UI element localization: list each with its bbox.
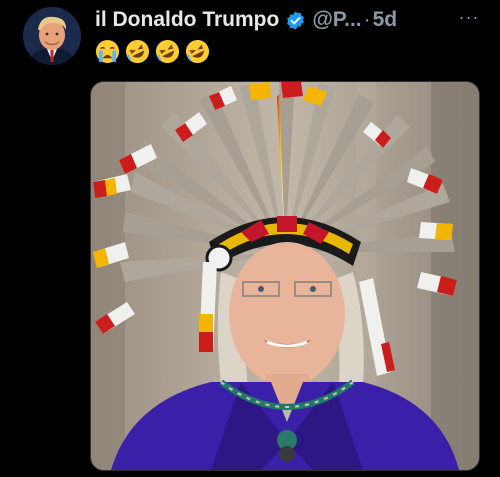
rolling-laughing-icon [185, 39, 210, 64]
rolling-laughing-icon [155, 39, 180, 64]
verified-badge-icon [287, 10, 305, 30]
more-options-icon[interactable]: ··· [457, 8, 481, 28]
rolling-laughing-icon [125, 39, 150, 64]
user-handle[interactable]: @P... [312, 8, 361, 32]
timestamp[interactable]: 5d [373, 8, 398, 32]
separator-dot: · [363, 8, 371, 31]
crying-face-icon [95, 39, 120, 64]
post: il Donaldo Trumpo @P... · 5d ··· [0, 0, 500, 477]
post-text [95, 39, 210, 64]
avatar[interactable] [23, 7, 81, 65]
post-header: il Donaldo Trumpo @P... · 5d [95, 6, 397, 34]
display-name[interactable]: il Donaldo Trumpo [95, 8, 279, 32]
avatar-image [23, 7, 81, 65]
post-media-image[interactable] [90, 81, 480, 471]
photo-illustration [91, 82, 479, 470]
